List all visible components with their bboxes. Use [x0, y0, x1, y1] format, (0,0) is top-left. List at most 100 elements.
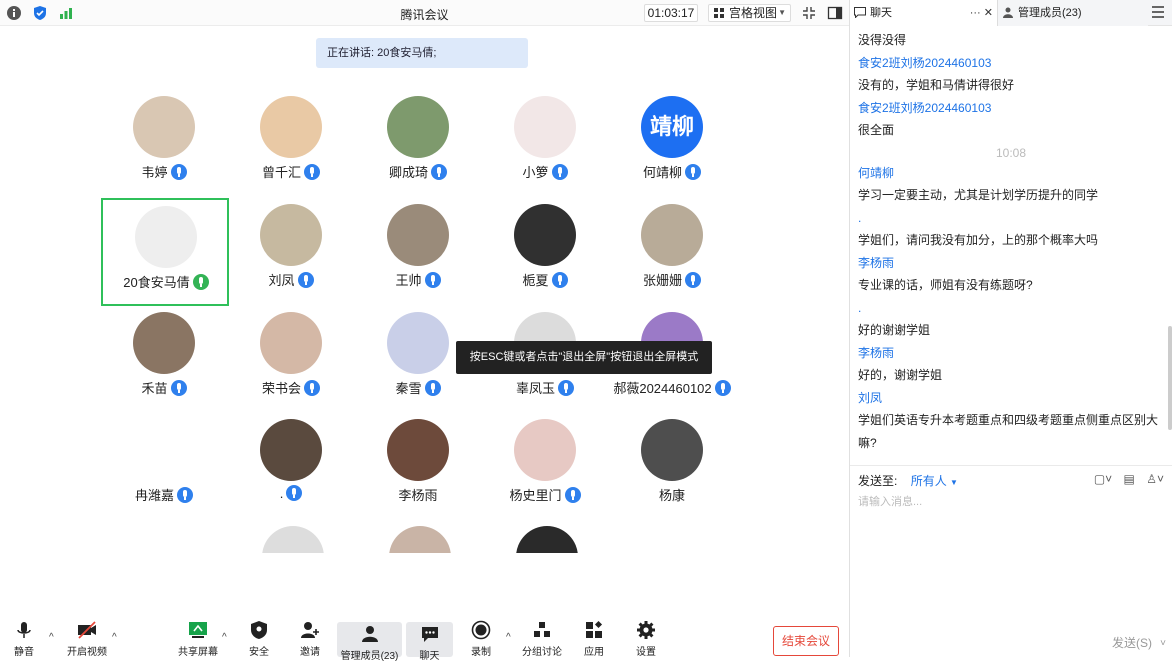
share-options-icon[interactable]: ^: [222, 632, 227, 643]
participant-tile[interactable]: 杨康: [609, 419, 735, 525]
record-icon: [471, 620, 491, 640]
participant-name-row: .: [228, 485, 354, 501]
apps-icon: [586, 620, 603, 638]
file-icon[interactable]: ▢˅: [1094, 472, 1112, 486]
participant-name-row: 辜凤玉: [482, 378, 608, 397]
avatar: [387, 204, 449, 266]
record-label: 录制: [471, 647, 491, 658]
chat-sender: .: [858, 300, 862, 315]
mic-icon: [170, 380, 187, 396]
mic-icon: [192, 274, 209, 290]
participant-name: 禾苗: [141, 381, 168, 396]
send-button[interactable]: 发送(S): [1112, 634, 1152, 651]
avatar: [387, 419, 449, 481]
send-to-selector[interactable]: 发送至: 所有人 ▼: [858, 472, 958, 489]
participant-name-row: 小箩: [482, 162, 608, 181]
chat-message: 没有的，学姐和马倩讲得很好: [858, 78, 1015, 92]
participant-tile[interactable]: 荣书会: [228, 312, 354, 418]
participant-tile[interactable]: 张姗姗: [609, 204, 735, 310]
video-button[interactable]: 开启视频: [64, 620, 110, 658]
participant-tile[interactable]: [484, 526, 610, 553]
tab-chat[interactable]: 聊天 ··· ✕: [850, 0, 998, 26]
participant-tile[interactable]: 李杨雨: [355, 419, 481, 525]
side-panel: 聊天 ··· ✕ 管理成员(23) 没得没得 食安2班刘杨2024460103 没有…: [850, 0, 1172, 657]
breakout-button[interactable]: 分组讨论: [520, 620, 564, 658]
participant-tile[interactable]: 王帅: [355, 204, 481, 310]
share-screen-label: 共享屏幕: [178, 647, 218, 658]
chat-tab-more-icon[interactable]: ··· ✕: [970, 0, 993, 26]
participant-tile[interactable]: [357, 526, 483, 553]
avatar: [260, 419, 322, 481]
video-off-icon: [78, 621, 96, 639]
participant-tile[interactable]: 栀夏: [482, 204, 608, 310]
send-to-label: 发送至:: [858, 474, 898, 488]
record-button[interactable]: 录制: [466, 620, 496, 658]
participant-name: .: [279, 486, 284, 501]
participant-tile[interactable]: 冉潍嘉: [101, 419, 227, 525]
mic-icon: [297, 272, 314, 288]
settings-button[interactable]: 设置: [632, 620, 660, 658]
end-meeting-button[interactable]: 结束会议: [773, 626, 839, 656]
participant-name: 荣书会: [261, 381, 301, 396]
grid-view-label: 宫格视图: [729, 6, 778, 20]
microphone-icon: [17, 622, 31, 638]
participant-name-row: 禾苗: [101, 378, 227, 397]
participant-name: 辜凤玉: [515, 381, 555, 396]
chat-message: 学姐们，请问我没有加分，上的那个概率大吗: [858, 233, 1099, 247]
chat-scrollbar[interactable]: [1168, 326, 1172, 430]
invite-button[interactable]: 邀请: [294, 620, 326, 658]
meeting-timer: 01:03:17: [644, 4, 698, 22]
avatar: [260, 96, 322, 158]
bottom-toolbar: 静音 ^ 开启视频 ^ 共享屏幕 ^ 安全 邀请 管理成员(23) 聊天 录制 …: [0, 610, 849, 662]
avatar: [387, 312, 449, 374]
participant-tile[interactable]: 小箩: [482, 96, 608, 202]
mic-icon: [551, 164, 568, 180]
send-options-icon[interactable]: ˅: [1160, 638, 1166, 649]
participant-tile[interactable]: 杨史里门: [482, 419, 608, 525]
participant-name: 杨史里门: [509, 488, 562, 503]
record-options-icon[interactable]: ^: [506, 632, 511, 643]
chat-button[interactable]: 聊天: [406, 622, 453, 662]
top-bar: 腾讯会议 01:03:17 宫格视图 ▼: [0, 0, 849, 26]
participant-tile[interactable]: 禾苗: [101, 312, 227, 418]
manage-members-button[interactable]: 管理成员(23): [337, 622, 402, 662]
user-mention-icon[interactable]: ♙˅: [1146, 472, 1164, 486]
participant-tile[interactable]: [230, 526, 356, 553]
participant-tile[interactable]: 靖柳 何靖柳: [609, 96, 735, 202]
mic-icon: [431, 164, 447, 180]
participant-name: 何靖柳: [642, 165, 682, 180]
participant-name: 冉潍嘉: [134, 488, 174, 503]
participant-name-row: 20食安马倩: [103, 272, 229, 291]
tab-members[interactable]: 管理成员(23): [998, 0, 1148, 26]
participant-tile[interactable]: 曾千汇: [228, 96, 354, 202]
avatar: [133, 419, 195, 481]
participant-tile[interactable]: 20食安马倩: [101, 198, 229, 306]
gear-icon: [637, 621, 655, 639]
send-to-target: 所有人: [910, 474, 947, 488]
share-screen-button[interactable]: 共享屏幕: [176, 620, 220, 658]
avatar: [514, 204, 576, 266]
mute-button[interactable]: 静音: [8, 620, 40, 658]
send-to-chevron-icon: ▼: [950, 478, 958, 487]
participant-name: 杨康: [658, 488, 685, 503]
video-options-icon[interactable]: ^: [112, 632, 117, 643]
apps-button[interactable]: 应用: [580, 620, 608, 658]
participant-name: 刘凤: [268, 273, 295, 288]
panel-menu-icon[interactable]: [1152, 6, 1164, 18]
chat-message: 很全面: [858, 123, 895, 137]
sidebar-toggle-icon[interactable]: [827, 5, 843, 21]
participant-tile[interactable]: 韦婷: [101, 96, 227, 202]
chat-sender: 食安2班刘杨2024460103: [858, 55, 992, 70]
participant-tile[interactable]: 卿成琦: [355, 96, 481, 202]
participant-tile[interactable]: .: [228, 419, 354, 525]
chat-sender: 食安2班刘杨2024460103: [858, 100, 992, 115]
security-button[interactable]: 安全: [244, 620, 274, 658]
clipboard-icon[interactable]: ▤: [1124, 472, 1135, 486]
participant-tile[interactable]: 刘凤: [228, 204, 354, 310]
chat-input[interactable]: 请输入消息...: [858, 493, 922, 509]
grid-view-button[interactable]: 宫格视图 ▼: [708, 4, 791, 22]
mute-options-icon[interactable]: ^: [49, 632, 54, 643]
exit-fullscreen-icon[interactable]: [801, 5, 817, 21]
invite-icon: [301, 622, 319, 638]
fullscreen-toast: 按ESC键或者点击"退出全屏"按钮退出全屏模式: [456, 341, 712, 374]
